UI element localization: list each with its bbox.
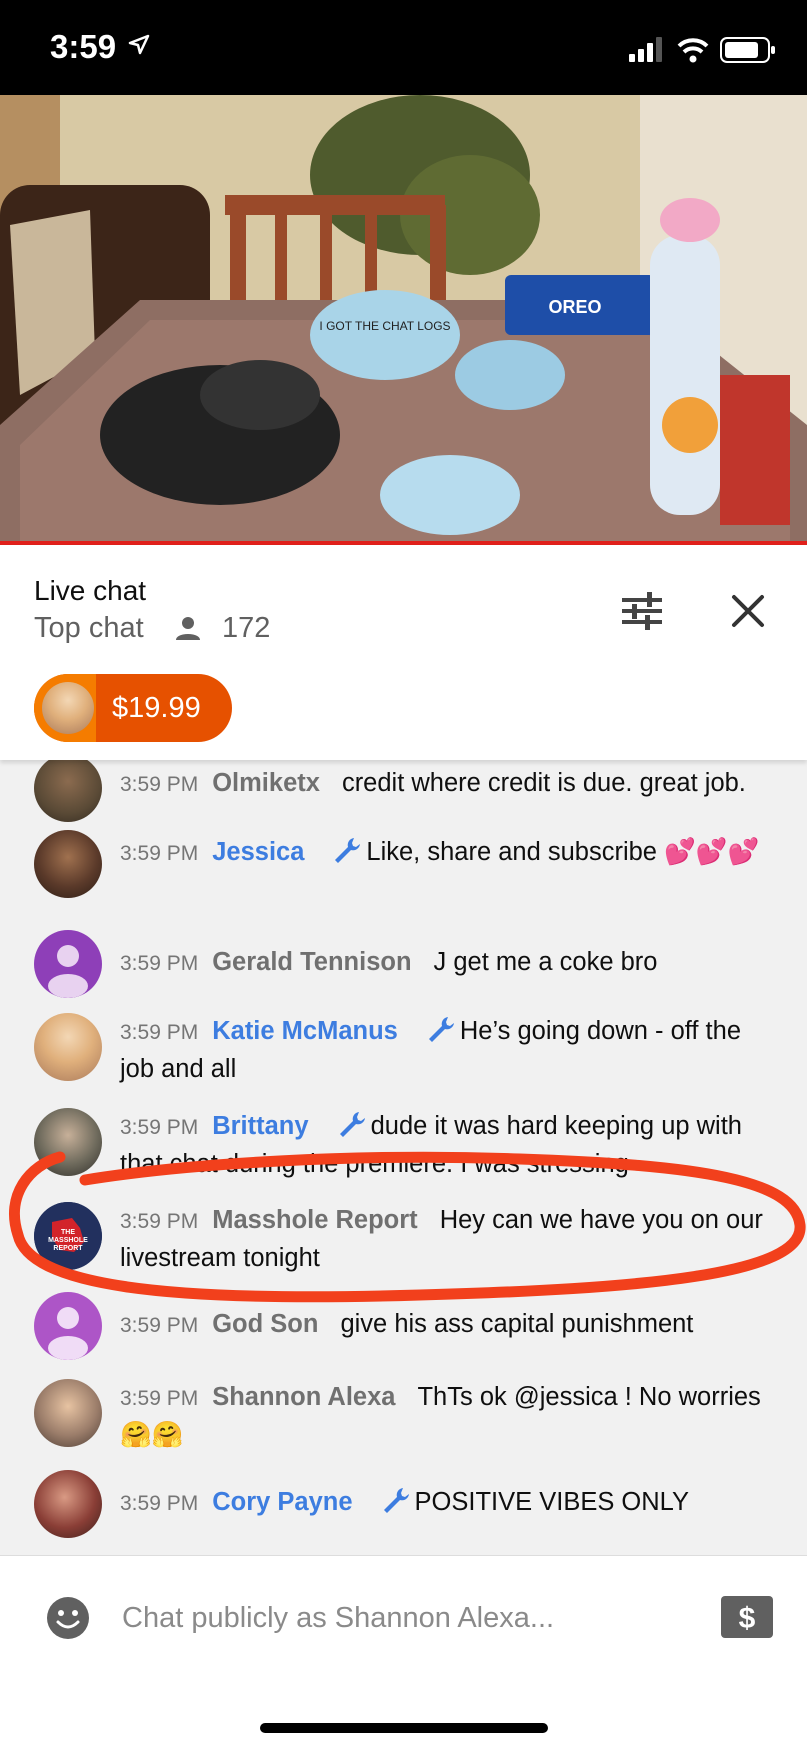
message-author[interactable]: Olmiketx xyxy=(212,769,320,797)
wrench-icon xyxy=(335,838,361,863)
message-timestamp: 3:59 PM xyxy=(120,1021,199,1044)
avatar[interactable] xyxy=(34,1013,102,1081)
avatar[interactable] xyxy=(34,1108,102,1176)
close-icon[interactable] xyxy=(728,591,768,631)
svg-text:MASSHOLE: MASSHOLE xyxy=(48,1237,88,1244)
location-arrow-icon xyxy=(128,34,150,55)
chat-messages[interactable]: 3:59 PM Olmiketx credit where credit is du… xyxy=(0,760,807,1555)
video-frame: I GOT THE CHAT LOGS OREO xyxy=(0,95,807,545)
oreo-print: OREO xyxy=(548,297,601,317)
viewer-count: 172 xyxy=(222,612,271,644)
svg-text:$: $ xyxy=(739,1602,756,1635)
superchat-amount: $19.99 xyxy=(112,692,201,724)
chat-title: Live chat xyxy=(34,575,147,606)
battery-icon xyxy=(720,37,775,63)
masshole-report-logo: THE MASSHOLE REPORT xyxy=(34,1202,102,1270)
wrench-icon xyxy=(383,1488,409,1513)
person-icon xyxy=(176,617,200,640)
avatar[interactable]: THE MASSHOLE REPORT xyxy=(34,1202,102,1270)
message-text: credit where credit is due. great job. xyxy=(341,769,746,797)
home-indicator[interactable] xyxy=(260,1723,548,1733)
chat-input-bar: $ xyxy=(0,1555,807,1748)
message-author[interactable]: Shannon Alexa xyxy=(212,1383,395,1411)
superchat-ticker[interactable]: $19.99 xyxy=(34,674,232,742)
message-timestamp: 3:59 PM xyxy=(120,952,199,975)
message-timestamp: 3:59 PM xyxy=(120,1116,199,1139)
message-author[interactable]: Katie McManus xyxy=(212,1017,398,1045)
message-text: POSITIVE VIBES ONLY xyxy=(414,1488,689,1516)
avatar[interactable] xyxy=(34,1470,102,1538)
message-author[interactable]: Masshole Report xyxy=(212,1206,417,1234)
message-timestamp: 3:59 PM xyxy=(120,842,199,865)
message-author[interactable]: Cory Payne xyxy=(212,1488,352,1516)
message-author[interactable]: Brittany xyxy=(212,1112,308,1140)
avatar[interactable] xyxy=(34,830,102,898)
message-text: Like, share and subscribe 💕💕💕 xyxy=(366,838,760,866)
message-timestamp: 3:59 PM xyxy=(120,1492,199,1515)
message-author[interactable]: Jessica xyxy=(212,838,304,866)
message-author[interactable]: God Son xyxy=(212,1310,318,1338)
status-time: 3:59 xyxy=(50,28,117,65)
message-author[interactable]: Gerald Tennison xyxy=(212,948,411,976)
status-bar: 3:59 xyxy=(0,0,807,95)
wrench-icon xyxy=(339,1112,365,1137)
message-timestamp: 3:59 PM xyxy=(120,1210,199,1233)
signal-icon xyxy=(629,37,662,62)
message-timestamp: 3:59 PM xyxy=(120,1314,199,1337)
avatar[interactable] xyxy=(34,930,102,998)
chat-mode-selector[interactable]: Top chat xyxy=(34,612,144,645)
filter-settings-icon[interactable] xyxy=(620,589,664,633)
avatar[interactable] xyxy=(34,1292,102,1360)
chat-input[interactable] xyxy=(120,1594,684,1642)
mask-print: I GOT THE CHAT LOGS xyxy=(319,319,450,333)
message-timestamp: 3:59 PM xyxy=(120,773,199,796)
avatar[interactable] xyxy=(34,760,102,822)
default-avatar-icon xyxy=(48,945,88,998)
avatar[interactable] xyxy=(34,1379,102,1447)
emoji-icon[interactable] xyxy=(46,1596,90,1640)
message-timestamp: 3:59 PM xyxy=(120,1387,199,1410)
avatar xyxy=(42,682,94,734)
svg-text:THE: THE xyxy=(61,1229,75,1236)
wifi-icon xyxy=(677,38,709,63)
wrench-icon xyxy=(428,1017,454,1042)
video-player[interactable]: I GOT THE CHAT LOGS OREO xyxy=(0,95,807,545)
super-chat-dollar-icon[interactable]: $ xyxy=(721,1596,773,1638)
chat-header: Live chat Top chat 172 $19.99 xyxy=(0,545,807,760)
message-text: give his ass capital punishment xyxy=(340,1310,694,1338)
message-text: J get me a coke bro xyxy=(433,948,658,976)
default-avatar-icon xyxy=(48,1307,88,1360)
svg-text:REPORT: REPORT xyxy=(53,1245,83,1252)
status-icons xyxy=(629,37,775,63)
